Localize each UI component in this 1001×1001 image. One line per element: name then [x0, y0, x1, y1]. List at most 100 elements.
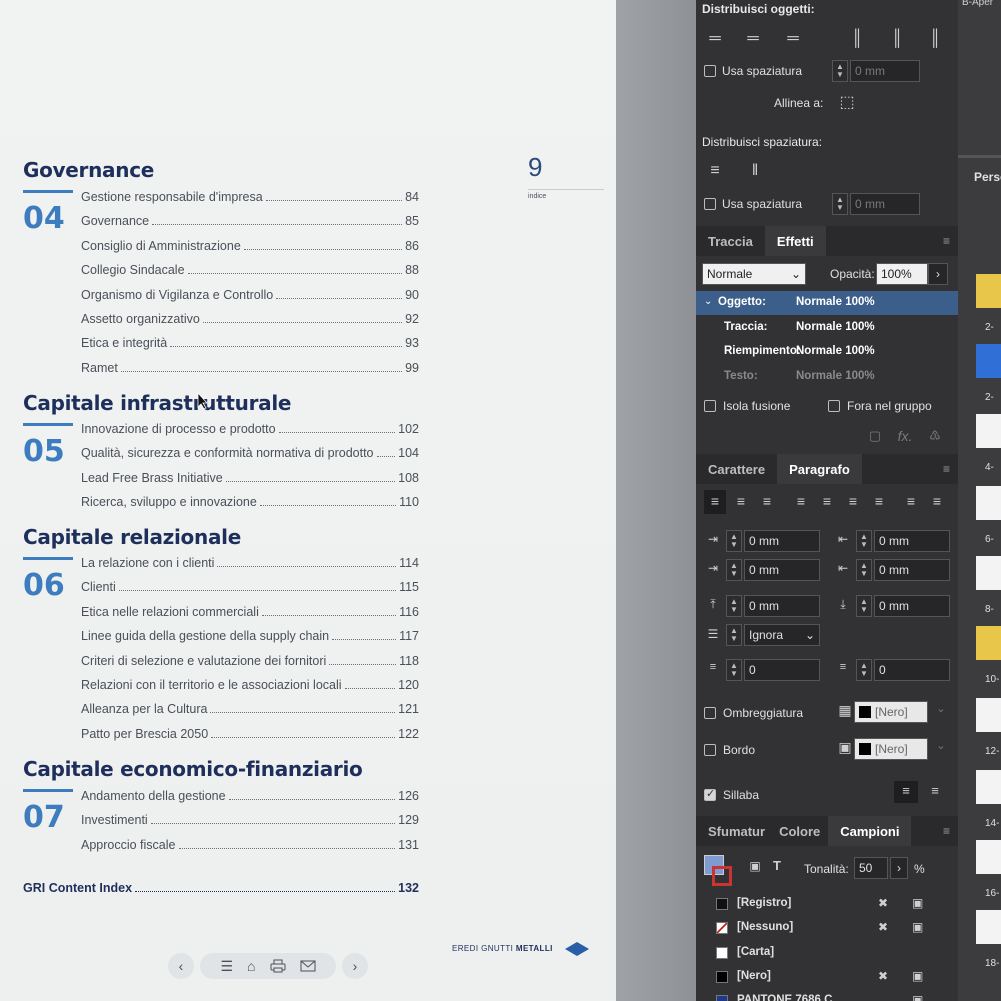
effect-target-label[interactable]: Traccia:	[724, 321, 767, 333]
drop-cap-lines-spinner[interactable]: ▲ ▼	[726, 659, 742, 681]
tab-colore[interactable]: Colore	[771, 816, 828, 846]
toc-entry[interactable]: Etica e integrità 93	[81, 334, 419, 350]
panel-menu-icon-3[interactable]: ≡	[943, 824, 950, 838]
align-away-spine-icon[interactable]: ≡	[926, 493, 948, 509]
toc-entry[interactable]: Ramet 99	[81, 359, 419, 375]
toc-entry[interactable]: Innovazione di processo e prodotto 102	[81, 420, 419, 436]
distribute-vcenter-icon[interactable]: ═	[742, 30, 764, 48]
space-after-field[interactable]: 0 mm	[874, 595, 950, 617]
effect-target-label[interactable]: Riempimento:	[724, 345, 801, 357]
panel-menu-icon-2[interactable]: ≡	[943, 462, 950, 476]
space-before-spinner[interactable]: ▲ ▼	[726, 595, 742, 617]
align-center-icon[interactable]: ≡	[730, 493, 752, 509]
first-line-indent-field[interactable]: 0 mm	[744, 559, 820, 581]
previous-page-button[interactable]: ‹	[168, 953, 194, 979]
justify-right-icon[interactable]: ≡	[842, 493, 864, 509]
first-line-indent-spinner[interactable]: ▲ ▼	[726, 559, 742, 581]
multi-line-icon[interactable]: ≡	[924, 783, 946, 798]
toc-entry[interactable]: Gestione responsabile d'impresa 84	[81, 188, 419, 204]
distribute-vspace-icon[interactable]: ≡	[704, 162, 726, 180]
last-line-indent-spinner[interactable]: ▲ ▼	[856, 559, 872, 581]
align-toward-spine-icon[interactable]: ≡	[900, 493, 922, 509]
menu-icon[interactable]: ☰	[220, 958, 233, 975]
space-after-spinner[interactable]: ▲ ▼	[856, 595, 872, 617]
mail-icon[interactable]	[300, 960, 316, 972]
effect-target-label[interactable]: Testo:	[724, 370, 758, 382]
next-page-button[interactable]: ›	[342, 953, 368, 979]
shading-swatch-select[interactable]: [Nero]	[854, 701, 928, 723]
align-grid-spinner[interactable]: ▲ ▼	[726, 624, 742, 646]
toc-entry[interactable]: Linee guida della gestione della supply …	[81, 627, 419, 643]
drop-cap-chars-field[interactable]: 0	[874, 659, 950, 681]
page-thumbnail[interactable]	[976, 698, 1001, 732]
toc-entry[interactable]: Etica nelle relazioni commerciali 116	[81, 603, 419, 619]
chevron-down-icon[interactable]: ⌄	[704, 296, 712, 307]
swatch-row[interactable]: PANTONE 7686 C ▣	[696, 991, 942, 1001]
toc-entry[interactable]: Clienti 115	[81, 578, 419, 594]
drop-cap-lines-field[interactable]: 0	[744, 659, 820, 681]
space-before-field[interactable]: 0 mm	[744, 595, 820, 617]
toc-entry[interactable]: Investimenti 129	[81, 811, 419, 827]
toc-entry[interactable]: Organismo di Vigilanza e Controllo 90	[81, 286, 419, 302]
effect-target-label[interactable]: Oggetto:	[718, 296, 766, 308]
panel-menu-icon[interactable]: ≡	[943, 234, 950, 248]
page-thumbnail[interactable]	[976, 414, 1001, 448]
toc-entry[interactable]: Approccio fiscale 131	[81, 836, 419, 852]
knockout-group-checkbox[interactable]	[828, 400, 840, 412]
trash-icon[interactable]: ♳	[924, 428, 946, 444]
swatch-row[interactable]: [Nessuno] ✖ ▣	[696, 918, 942, 940]
last-line-indent-field[interactable]: 0 mm	[874, 559, 950, 581]
chevron-down-icon-3[interactable]: ⌄	[930, 702, 952, 715]
opacity-slider-button[interactable]: ›	[928, 263, 948, 285]
drop-cap-chars-spinner[interactable]: ▲ ▼	[856, 659, 872, 681]
hyphenate-checkbox[interactable]	[704, 787, 716, 801]
toc-entry[interactable]: Assetto organizzativo 92	[81, 310, 419, 326]
border-checkbox[interactable]	[704, 744, 716, 756]
tint-slider-button[interactable]: ›	[890, 857, 908, 879]
page-thumbnail[interactable]	[976, 770, 1001, 804]
page-thumbnail[interactable]	[976, 344, 1001, 378]
page-thumbnail[interactable]	[976, 274, 1001, 308]
page-thumbnail[interactable]	[976, 556, 1001, 590]
align-to-selection-icon[interactable]: ⬚	[836, 92, 858, 112]
spacing-field-2[interactable]: 0 mm	[850, 193, 920, 215]
isolate-blending-checkbox[interactable]	[704, 400, 716, 412]
page-thumbnail[interactable]	[976, 626, 1001, 660]
left-indent-field[interactable]: 0 mm	[744, 530, 820, 552]
toc-entry[interactable]: Alleanza per la Cultura 121	[81, 700, 419, 716]
page-thumbnail[interactable]	[976, 486, 1001, 520]
spacing-spinner[interactable]: ▲ ▼	[832, 60, 848, 82]
justify-left-icon[interactable]: ≡	[790, 493, 812, 509]
toc-entry[interactable]: Lead Free Brass Initiative 108	[81, 469, 419, 485]
spacing-spinner-2[interactable]: ▲ ▼	[832, 193, 848, 215]
swatch-row[interactable]: [Nero] ✖ ▣	[696, 967, 942, 989]
right-indent-field[interactable]: 0 mm	[874, 530, 950, 552]
right-indent-spinner[interactable]: ▲ ▼	[856, 530, 872, 552]
distribute-top-icon[interactable]: ═	[704, 30, 726, 48]
tab-carattere[interactable]: Carattere	[696, 454, 777, 484]
toc-entry[interactable]: Collegio Sindacale 88	[81, 261, 419, 277]
tab-effetti[interactable]: Effetti	[764, 226, 826, 256]
distribute-bottom-icon[interactable]: ═	[782, 30, 804, 48]
distribute-hcenter-icon[interactable]: ║	[886, 30, 908, 48]
distribute-right-icon[interactable]: ║	[924, 30, 946, 48]
border-swatch-select[interactable]: [Nero]	[854, 738, 928, 760]
tab-sfumatura[interactable]: Sfumatur	[696, 816, 771, 846]
gri-index-row[interactable]: GRI Content Index 132	[23, 881, 419, 895]
tab-traccia[interactable]: Traccia	[696, 226, 765, 256]
justify-center-icon[interactable]: ≡	[816, 493, 838, 509]
stroke-swatch[interactable]	[712, 866, 732, 886]
tint-field[interactable]: 50	[854, 857, 888, 879]
swatch-row[interactable]: [Carta]	[696, 943, 942, 965]
distribute-hspace-icon[interactable]: ‖	[744, 162, 766, 180]
toc-entry[interactable]: Governance 85	[81, 212, 419, 228]
chevron-down-icon-4[interactable]: ⌄	[930, 739, 952, 752]
opacity-field[interactable]: 100%	[876, 263, 928, 285]
left-indent-spinner[interactable]: ▲ ▼	[726, 530, 742, 552]
toc-entry[interactable]: Relazioni con il territorio e le associa…	[81, 676, 419, 692]
formatting-container-icon[interactable]: ▣	[744, 859, 766, 873]
align-grid-select[interactable]: Ignora ⌄	[744, 624, 820, 646]
blend-mode-select[interactable]: Normale ⌄	[702, 263, 806, 285]
fx-button[interactable]: fx.	[894, 428, 916, 444]
home-icon[interactable]: ⌂	[247, 958, 255, 974]
